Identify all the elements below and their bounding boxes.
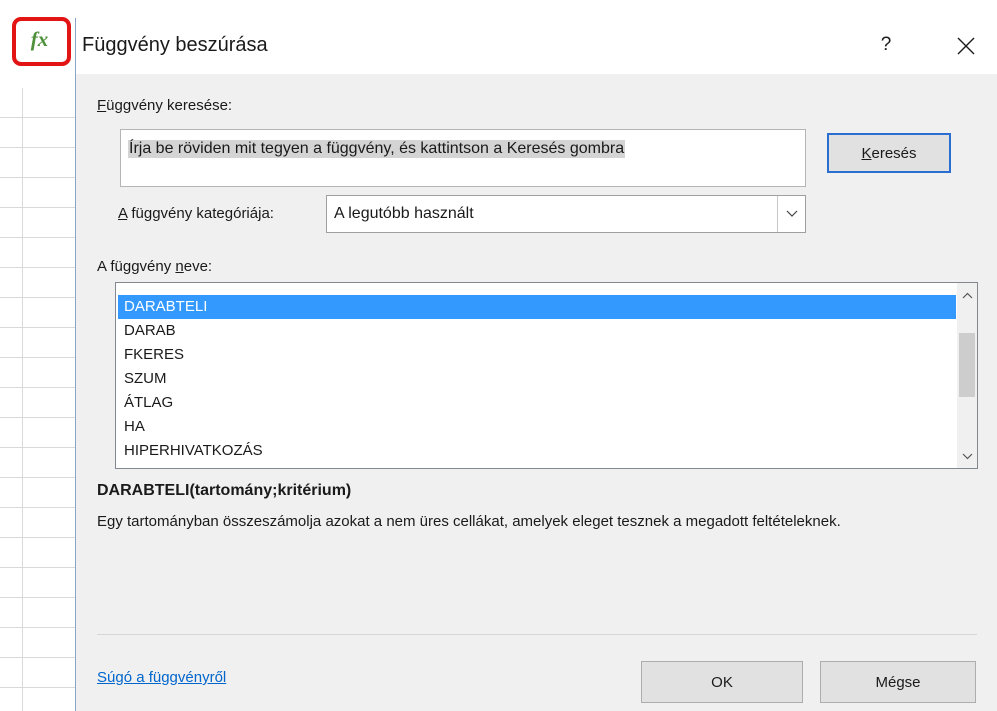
separator (97, 634, 977, 635)
list-item[interactable]: DARAB (118, 319, 956, 343)
list-item[interactable]: FKERES (118, 343, 956, 367)
excel-background: fx (0, 0, 78, 711)
fx-icon: fx (30, 27, 49, 51)
list-item[interactable]: DARABTELI (118, 295, 956, 319)
search-button-label: Keresés (861, 144, 917, 162)
cancel-button[interactable]: Mégse (820, 661, 976, 703)
search-input-text: Írja be röviden mit tegyen a függvény, é… (128, 140, 626, 158)
function-name-label: A függvény neve: (97, 258, 213, 275)
dialog-titlebar: Függvény beszúrása ? (76, 18, 997, 74)
function-list[interactable]: DARABTELI DARAB FKERES SZUM ÁTLAG HA HIP… (115, 282, 978, 469)
list-item[interactable]: HIPERHIVATKOZÁS (118, 439, 956, 463)
excel-column-divider (22, 88, 23, 711)
list-item[interactable]: HA (118, 415, 956, 439)
category-dropdown-arrow[interactable] (777, 196, 805, 232)
scroll-thumb[interactable] (959, 333, 975, 397)
search-label: Függvény keresése: (97, 97, 233, 114)
cancel-button-label: Mégse (875, 673, 921, 691)
insert-function-dialog: Függvény beszúrása ? Függvény keresése: … (75, 18, 997, 711)
close-icon (957, 37, 975, 55)
close-button[interactable] (948, 30, 984, 62)
function-description: Egy tartományban összeszámolja azokat a … (97, 513, 841, 530)
ok-button-label: OK (711, 673, 733, 691)
ok-button[interactable]: OK (641, 661, 803, 703)
excel-grid (0, 88, 78, 711)
list-item[interactable]: ÁTLAG (118, 391, 956, 415)
list-item[interactable]: SZUM (118, 367, 956, 391)
chevron-down-icon (786, 210, 797, 217)
insert-function-button[interactable]: fx (12, 17, 71, 66)
scroll-down-button[interactable] (957, 446, 977, 466)
help-button[interactable]: ? (870, 30, 902, 60)
search-input[interactable]: Írja be röviden mit tegyen a függvény, é… (120, 129, 806, 187)
search-button[interactable]: Keresés (827, 133, 951, 173)
function-help-link[interactable]: Súgó a függvényről (97, 669, 226, 686)
function-list-scrollbar[interactable] (957, 283, 977, 468)
dialog-title: Függvény beszúrása (82, 34, 268, 56)
chevron-up-icon (962, 292, 972, 298)
category-select-value: A legutóbb használt (334, 205, 474, 222)
function-syntax: DARABTELI(tartomány;kritérium) (97, 482, 352, 499)
scroll-up-button[interactable] (957, 285, 977, 305)
chevron-down-icon (962, 453, 972, 459)
category-select[interactable]: A legutóbb használt (326, 195, 806, 233)
category-label: A függvény kategóriája: (118, 205, 274, 222)
